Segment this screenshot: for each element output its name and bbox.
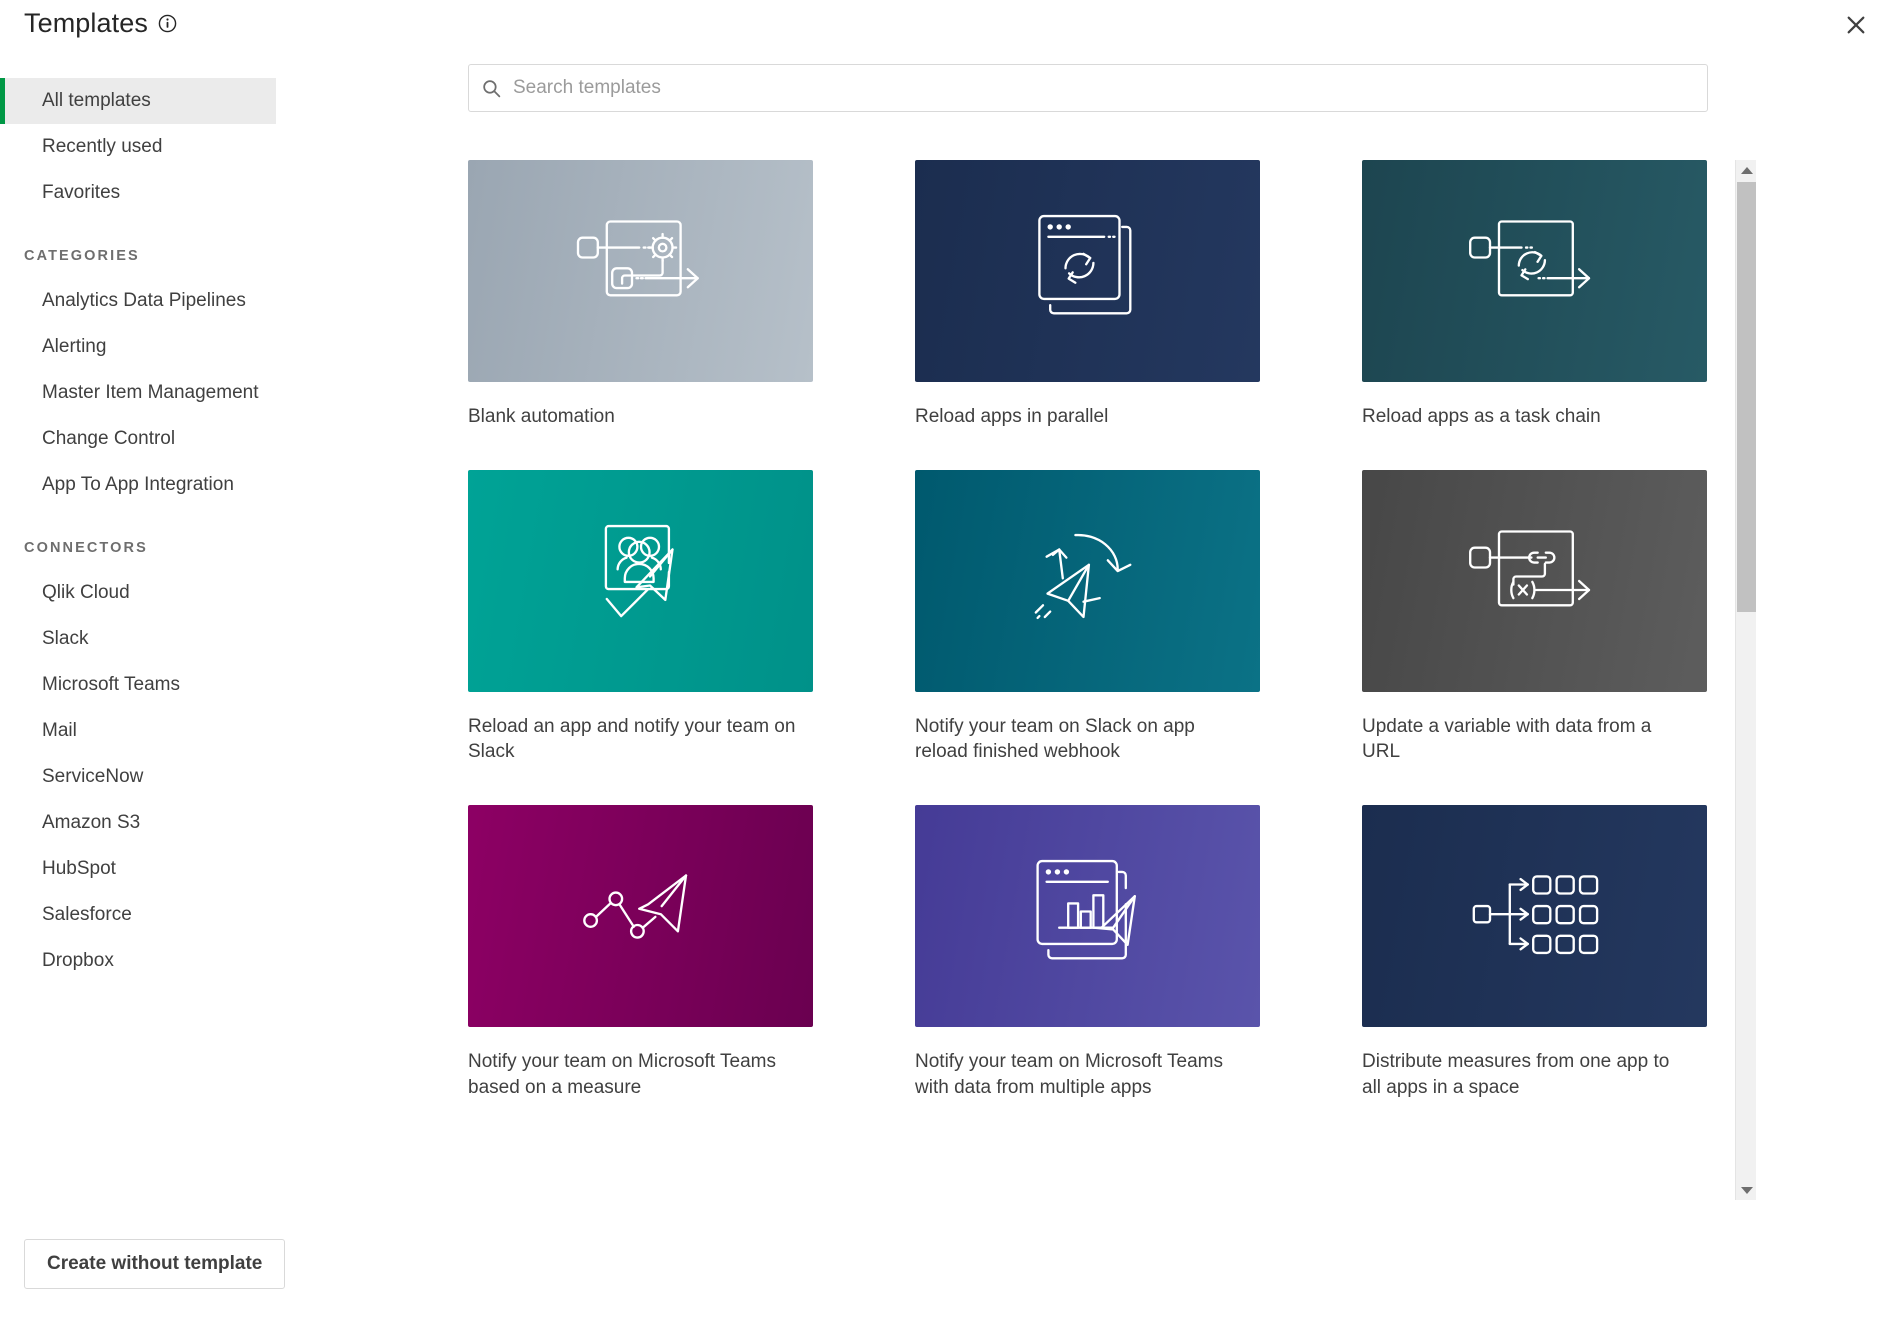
template-card-notify-teams-measure[interactable]: Notify your team on Microsoft Teams base… <box>468 804 813 1100</box>
create-without-template-button[interactable]: Create without template <box>24 1239 286 1289</box>
template-title: Distribute measures from one app to all … <box>1362 1050 1670 1098</box>
scrollbar-thumb[interactable] <box>1737 182 1756 612</box>
people-paperplane-icon <box>551 501 731 661</box>
sidebar-item-label: Amazon S3 <box>42 812 141 833</box>
template-title: Reload apps in parallel <box>915 406 1109 427</box>
sidebar-item-label: Qlik Cloud <box>42 582 130 603</box>
template-title: Reload an app and notify your team on Sl… <box>468 715 796 763</box>
sidebar-item-qlik-cloud[interactable]: Qlik Cloud <box>0 570 340 616</box>
template-card-reload-apps-in-parallel[interactable]: Reload apps in parallel <box>915 160 1260 430</box>
sidebar-item-change-control[interactable]: Change Control <box>0 416 340 462</box>
sidebar-item-mail[interactable]: Mail <box>0 708 340 754</box>
template-thumbnail <box>915 804 1260 1027</box>
close-button[interactable] <box>1836 6 1876 46</box>
sidebar-item-label: Dropbox <box>42 950 114 971</box>
sidebar-item-label: Change Control <box>42 428 176 449</box>
template-title: Blank automation <box>468 406 615 427</box>
template-thumbnail <box>915 469 1260 692</box>
sidebar-item-label: Favorites <box>42 182 121 203</box>
close-icon <box>1845 14 1867 39</box>
template-title: Notify your team on Microsoft Teams base… <box>468 1050 776 1098</box>
workflow-gear-icon <box>551 191 731 351</box>
template-thumbnail <box>1362 469 1707 692</box>
sidebar-item-dropbox[interactable]: Dropbox <box>0 938 340 984</box>
sidebar-item-favorites[interactable]: Favorites <box>0 170 340 216</box>
categories-heading: CATEGORIES <box>24 248 140 264</box>
sidebar-item-analytics-data-pipelines[interactable]: Analytics Data Pipelines <box>0 278 340 324</box>
template-thumbnail <box>468 160 813 382</box>
template-title: Notify your team on Microsoft Teams with… <box>915 1050 1223 1098</box>
sidebar-item-label: App To App Integration <box>42 474 234 495</box>
connectors-heading: CONNECTORS <box>24 540 148 556</box>
workflow-reload-icon <box>1445 191 1625 351</box>
scrollbar-down-button[interactable] <box>1736 1180 1757 1200</box>
template-thumbnail <box>1362 804 1707 1027</box>
search-icon <box>469 78 513 99</box>
template-thumbnail <box>1362 160 1707 382</box>
template-card-blank-automation[interactable]: Blank automation <box>468 160 813 430</box>
template-thumbnail <box>915 160 1260 382</box>
sidebar-item-slack[interactable]: Slack <box>0 616 340 662</box>
chevron-down-icon <box>1740 1186 1753 1194</box>
sidebar-item-recently-used[interactable]: Recently used <box>0 124 340 170</box>
templates-grid: Blank automation Reload apps in parallel… <box>468 160 1742 1100</box>
template-thumbnail <box>468 469 813 692</box>
template-thumbnail <box>468 804 813 1027</box>
template-title: Reload apps as a task chain <box>1362 406 1601 427</box>
sidebar-item-label: HubSpot <box>42 858 116 879</box>
workflow-variable-link-icon <box>1445 501 1625 661</box>
sidebar-item-amazon-s3[interactable]: Amazon S3 <box>0 800 340 846</box>
sidebar-item-label: All templates <box>42 90 151 111</box>
sidebar-item-microsoft-teams[interactable]: Microsoft Teams <box>0 662 340 708</box>
sidebar-item-label: Analytics Data Pipelines <box>42 290 246 311</box>
sidebar-item-servicenow[interactable]: ServiceNow <box>0 754 340 800</box>
template-title: Update a variable with data from a URL <box>1362 715 1652 763</box>
templates-grid-viewport: Blank automation Reload apps in parallel… <box>468 160 1742 1200</box>
template-card-reload-apps-as-a-task-chain[interactable]: Reload apps as a task chain <box>1362 160 1707 430</box>
search-input[interactable] <box>513 77 1707 99</box>
sidebar-item-label: ServiceNow <box>42 766 144 787</box>
distribute-grid-icon <box>1445 836 1625 996</box>
template-card-update-variable-from-url[interactable]: Update a variable with data from a URL <box>1362 469 1707 765</box>
template-card-notify-slack-webhook[interactable]: Notify your team on Slack on app reload … <box>915 469 1260 765</box>
sidebar-item-label: Mail <box>42 720 77 741</box>
templates-dialog: Templates All templates Recently used Fa… <box>0 0 1896 1331</box>
sidebar-item-salesforce[interactable]: Salesforce <box>0 892 340 938</box>
template-card-distribute-measures[interactable]: Distribute measures from one app to all … <box>1362 804 1707 1100</box>
template-title: Notify your team on Slack on app reload … <box>915 715 1195 763</box>
sidebar-item-label: Slack <box>42 628 89 649</box>
sidebar-item-label: Master Item Management <box>42 382 259 403</box>
sidebar-item-label: Microsoft Teams <box>42 674 180 695</box>
stacked-windows-reload-icon <box>998 191 1178 351</box>
sidebar-item-label: Recently used <box>42 136 163 157</box>
sidebar-item-label: Salesforce <box>42 904 132 925</box>
sidebar-item-app-to-app-integration[interactable]: App To App Integration <box>0 462 340 508</box>
sidebar: All templates Recently used Favorites CA… <box>0 78 340 984</box>
sidebar-item-all-templates[interactable]: All templates <box>0 78 276 124</box>
paperplane-arrow-icon <box>998 501 1178 661</box>
barchart-window-paperplane-icon <box>998 836 1178 996</box>
sidebar-item-label: Alerting <box>42 336 107 357</box>
info-circle-icon[interactable] <box>158 14 177 33</box>
page-header: Templates <box>24 8 177 39</box>
templates-scrollbar[interactable] <box>1735 160 1756 1200</box>
chevron-up-icon <box>1740 166 1753 174</box>
scrollbar-up-button[interactable] <box>1736 160 1757 180</box>
sidebar-item-master-item-management[interactable]: Master Item Management <box>0 370 340 416</box>
template-card-reload-app-notify-slack[interactable]: Reload an app and notify your team on Sl… <box>468 469 813 765</box>
search-bar[interactable] <box>468 64 1708 112</box>
sidebar-item-hubspot[interactable]: HubSpot <box>0 846 340 892</box>
page-title: Templates <box>24 8 148 38</box>
sidebar-item-alerting[interactable]: Alerting <box>0 324 340 370</box>
template-card-notify-teams-multiple-apps[interactable]: Notify your team on Microsoft Teams with… <box>915 804 1260 1100</box>
linechart-paperplane-icon <box>551 836 731 996</box>
